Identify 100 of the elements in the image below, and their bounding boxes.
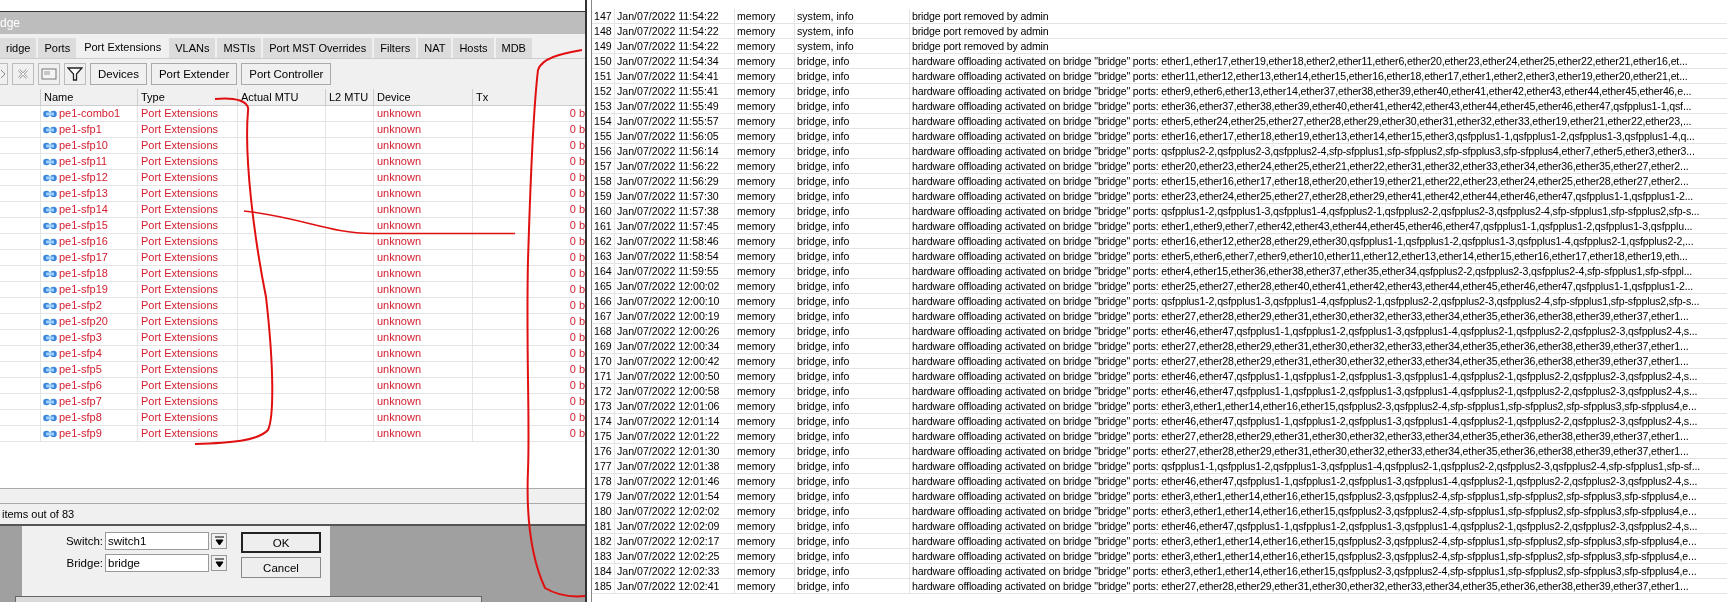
table-cell: bridge, info bbox=[795, 264, 910, 278]
column-header[interactable]: Device bbox=[373, 89, 472, 105]
table-cell-text: hardware offloading activated on bridge "bridge" ports: ether46,ether47,qsfpplus1-1,qsfpplus1-2,qsfpplus1-3,qsfpplus1-4,qsfpplus2-1,qsfpplus2-2,qsfpplus2-3,qsfpplus2-4,s... bbox=[911, 414, 1698, 428]
filter-button[interactable] bbox=[64, 63, 86, 85]
scrollbar[interactable] bbox=[0, 488, 585, 504]
table-cell: 0 b bbox=[472, 202, 585, 217]
tab[interactable]: Ports bbox=[38, 38, 77, 58]
table-cell: Port Extensions bbox=[137, 394, 237, 409]
toolbar-button[interactable]: Devices bbox=[90, 63, 147, 85]
column-header[interactable]: Type bbox=[137, 89, 237, 105]
table-cell-text: hardware offloading activated on bridge "bridge" ports: ether27,ether28,ether29,ether31,ether30,ether32,ether33,ether34,ether35,ether36,ether38,ether39,ether37,ether1... bbox=[911, 309, 1689, 323]
table-cell: 173 bbox=[592, 399, 615, 413]
tab[interactable]: Port MST Overrides bbox=[263, 38, 373, 58]
table-cell: 0 b bbox=[472, 218, 585, 233]
toolbar-icon-button[interactable] bbox=[0, 63, 8, 85]
column-header[interactable]: Actual MTU bbox=[237, 89, 325, 105]
table-cell-text: hardware offloading activated on bridge "bridge" ports: ether27,ether28,ether29,ether31,ether30,ether32,ether33,ether34,ether35,ether36,ether38,ether39,ether37,ether1... bbox=[911, 429, 1689, 443]
table-cell: bridge, info bbox=[795, 384, 910, 398]
input-field[interactable]: switch1 bbox=[105, 532, 209, 550]
table-cell: pe1-sfp12 bbox=[59, 170, 108, 185]
table-cell-text: hardware offloading activated on bridge "bridge" ports: ether46,ether47,qsfpplus1-1,qsfpplus1-2,qsfpplus1-3,qsfpplus1-4,qsfpplus2-1,qsfpplus2-2,qsfpplus2-3,qsfpplus2-4,s... bbox=[911, 384, 1698, 398]
table-cell: Jan/07/2022 11:57:38 bbox=[615, 204, 735, 218]
table-cell: bridge, info bbox=[795, 54, 910, 68]
table-cell: 0 b bbox=[472, 154, 585, 169]
table-cell: bridge, info bbox=[795, 444, 910, 458]
table-cell: 0 b bbox=[472, 394, 585, 409]
table-cell: Port Extensions bbox=[137, 266, 237, 281]
table-cell: Jan/07/2022 12:01:46 bbox=[615, 474, 735, 488]
table-cell-text: hardware offloading activated on bridge "bridge" ports: ether46,ether47,qsfpplus1-1,qsfpplus1-2,qsfpplus1-3,qsfpplus1-4,qsfpplus2-1,qsfpplus2-2,qsfpplus2-3,qsfpplus2-4,s... bbox=[911, 519, 1698, 533]
table-cell-text: bridge port removed by admin bbox=[911, 39, 1049, 53]
table-cell: Jan/07/2022 11:54:41 bbox=[615, 69, 735, 83]
table-cell: Port Extensions bbox=[137, 282, 237, 297]
table-cell: bridge, info bbox=[795, 309, 910, 323]
table-cell: Port Extensions bbox=[137, 378, 237, 393]
tab[interactable]: Hosts bbox=[453, 38, 494, 58]
table-cell: memory bbox=[735, 219, 795, 233]
column-header[interactable]: L2 MTU bbox=[325, 89, 373, 105]
table-cell: Jan/07/2022 12:01:54 bbox=[615, 489, 735, 503]
table-cell: unknown bbox=[373, 106, 472, 121]
table-cell: Port Extensions bbox=[137, 410, 237, 425]
toolbar-button[interactable]: Port Controller bbox=[241, 63, 332, 85]
table-cell: Jan/07/2022 11:54:22 bbox=[615, 39, 735, 53]
table-cell: pe1-sfp6 bbox=[59, 378, 102, 393]
table-cell: unknown bbox=[373, 218, 472, 233]
tab[interactable]: VLANs bbox=[169, 38, 216, 58]
table-cell: pe1-sfp11 bbox=[59, 154, 108, 169]
table-cell: unknown bbox=[373, 282, 472, 297]
table-cell: memory bbox=[735, 339, 795, 353]
table-cell: Port Extensions bbox=[137, 330, 237, 345]
table-cell-text: hardware offloading activated on bridge "bridge" ports: ether46,ether47,qsfpplus1-1,qsfpplus1-2,qsfpplus1-3,qsfpplus1-4,qsfpplus2-1,qsfpplus2-2,qsfpplus2-3,qsfpplus2-4,s... bbox=[911, 369, 1698, 383]
table-cell: memory bbox=[735, 414, 795, 428]
table-cell: Port Extensions bbox=[137, 234, 237, 249]
remove-button[interactable] bbox=[12, 63, 34, 85]
table-cell: pe1-combo1 bbox=[59, 106, 121, 121]
table-cell: 0 b bbox=[472, 378, 585, 393]
status-text: items out of 83 bbox=[2, 508, 75, 520]
table-cell: memory bbox=[735, 54, 795, 68]
dialog-button[interactable]: Cancel bbox=[241, 557, 321, 578]
table-cell-text: hardware offloading activated on bridge "bridge" ports: ether16,ether12,ether28,ether29,ether30,qsfpplus1-1,qsfpplus1-2,qsfpplus1-3,qsfpplus1-4,qsfpplus2-1,qsfpplus2-2,... bbox=[911, 234, 1694, 248]
table-cell: memory bbox=[735, 204, 795, 218]
tab[interactable]: MSTIs bbox=[217, 38, 262, 58]
table-cell: system, info bbox=[795, 39, 910, 53]
table-cell: 163 bbox=[592, 249, 615, 263]
table-cell: 162 bbox=[592, 234, 615, 248]
column-header[interactable]: Tx bbox=[472, 89, 585, 105]
table-cell: bridge, info bbox=[795, 414, 910, 428]
table-cell-text: hardware offloading activated on bridge "bridge" ports: ether16,ether17,ether18,ether19,ether13,ether14,ether15,ether3,qsfpplus1-1,qsfpplus1-2,qsfpplus1-3,qsfpplus1-4,q... bbox=[911, 129, 1695, 143]
column-header[interactable]: Name bbox=[40, 89, 137, 105]
table-cell: memory bbox=[735, 369, 795, 383]
table-cell: unknown bbox=[373, 138, 472, 153]
table-cell: Jan/07/2022 11:54:34 bbox=[615, 54, 735, 68]
tab[interactable]: MDB bbox=[495, 38, 532, 58]
table-cell: memory bbox=[735, 114, 795, 128]
table-cell: memory bbox=[735, 489, 795, 503]
table-cell: system, info bbox=[795, 9, 910, 23]
tab[interactable]: ridge bbox=[0, 38, 37, 58]
table-cell: bridge, info bbox=[795, 429, 910, 443]
table-cell: Port Extensions bbox=[137, 122, 237, 137]
input-field[interactable]: bridge bbox=[105, 554, 209, 572]
toolbar-button[interactable]: Port Extender bbox=[150, 63, 238, 85]
table-cell: unknown bbox=[373, 170, 472, 185]
table-cell: unknown bbox=[373, 426, 472, 441]
table-cell: Port Extensions bbox=[137, 218, 237, 233]
table-cell: memory bbox=[735, 384, 795, 398]
table-cell: pe1-sfp15 bbox=[59, 218, 108, 233]
tab[interactable]: Filters bbox=[374, 38, 417, 58]
table-cell: unknown bbox=[373, 410, 472, 425]
table-cell: unknown bbox=[373, 154, 472, 169]
table-cell: 170 bbox=[592, 354, 615, 368]
table-cell: Port Extensions bbox=[137, 154, 237, 169]
table-cell: bridge, info bbox=[795, 474, 910, 488]
table-cell: 0 b bbox=[472, 170, 585, 185]
dropdown-button[interactable] bbox=[211, 555, 227, 571]
table-cell: memory bbox=[735, 579, 795, 593]
table-cell-text: hardware offloading activated on bridge "bridge" ports: ether3,ether1,ether14,ether16,ether15,qsfpplus2-3,qsfpplus2-4,sfp-sfpplus1,sfp-sfpplus2,sfp-sfpplus3,sfp-sfpplus4,e... bbox=[911, 489, 1697, 503]
dropdown-button[interactable] bbox=[211, 533, 227, 549]
dialog-button[interactable]: OK bbox=[241, 532, 321, 553]
table-cell: Port Extensions bbox=[137, 426, 237, 441]
table-cell: pe1-sfp7 bbox=[59, 394, 102, 409]
tab[interactable]: NAT bbox=[418, 38, 452, 58]
